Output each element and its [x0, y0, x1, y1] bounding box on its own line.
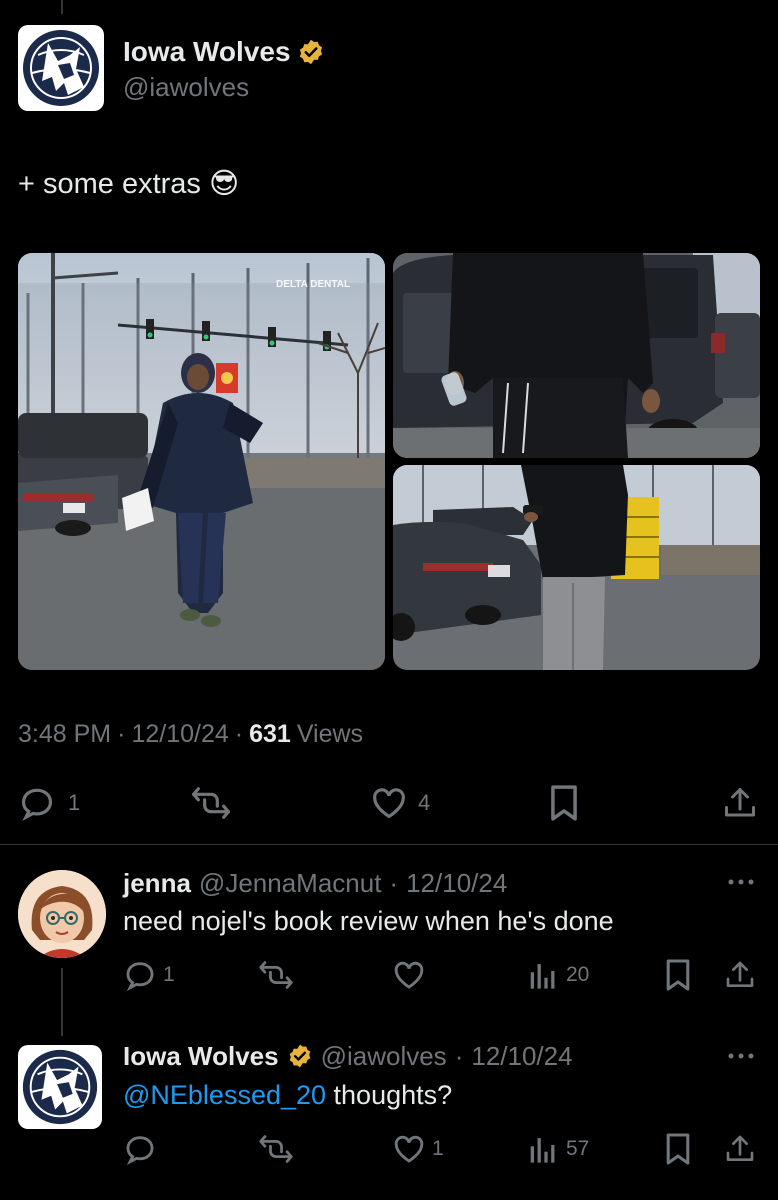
reply1-author-handle[interactable]: @JennaMacnut: [199, 868, 382, 899]
reply-icon: [21, 788, 53, 821]
post-time[interactable]: 3:48 PM: [18, 720, 111, 749]
reply1-views-count: 20: [566, 963, 590, 986]
thread-connector-top: [61, 0, 63, 14]
reply-icon: [126, 1136, 154, 1166]
share-button[interactable]: [722, 784, 758, 822]
reply-button[interactable]: 1: [18, 784, 80, 822]
repost-button[interactable]: [190, 784, 232, 822]
repost-icon: [259, 1135, 293, 1163]
wolf-logo-icon: [22, 1049, 98, 1125]
reply2-like-count: 1: [432, 1137, 444, 1160]
photo-main[interactable]: DELTA DENTAL: [18, 253, 385, 670]
more-icon: [728, 879, 754, 885]
reply2-date[interactable]: 12/10/24: [471, 1041, 572, 1072]
post-meta: 3:48 PM · 12/10/24 · 631 Views: [18, 720, 363, 749]
reply2-views-button[interactable]: 57: [528, 1132, 589, 1166]
avatar-iowa-wolves-reply[interactable]: [18, 1045, 102, 1129]
share-icon: [726, 961, 754, 987]
watermark-text: DELTA DENTAL: [276, 279, 350, 290]
reply2-text: thoughts?: [326, 1080, 453, 1110]
verified-badge-icon: [299, 39, 322, 65]
reply1-reply-count: 1: [163, 963, 175, 986]
reply1-text: need nojel's book review when he's done: [123, 906, 614, 936]
reply1-more-button[interactable]: [726, 872, 756, 892]
wolf-logo-icon: [23, 30, 99, 106]
reply2-author-handle[interactable]: @iawolves: [321, 1041, 447, 1072]
avatar-illustration-icon: [18, 870, 106, 958]
like-button[interactable]: 4: [370, 784, 430, 822]
reply2-share-button[interactable]: [724, 1132, 756, 1166]
reply2-author-name[interactable]: Iowa Wolves: [123, 1041, 279, 1072]
reply2-header: Iowa Wolves @iawolves · 12/10/24: [123, 1039, 573, 1073]
views-icon: [530, 964, 555, 989]
views-label: Views: [296, 720, 364, 748]
reply1-author-name[interactable]: jenna: [123, 868, 191, 899]
reply1-repost-button[interactable]: [258, 958, 294, 992]
like-count: 4: [418, 790, 431, 815]
more-icon: [728, 1053, 754, 1059]
meta-separator: ·: [389, 867, 399, 898]
like-icon: [394, 961, 424, 989]
reply-count: 1: [68, 790, 81, 815]
like-icon: [394, 1135, 424, 1163]
meta-separator: ·: [117, 720, 126, 748]
author-handle[interactable]: @iawolves: [123, 72, 249, 103]
reply1-reply-button[interactable]: 1: [123, 958, 175, 992]
reply1-share-button[interactable]: [724, 958, 756, 992]
like-icon: [373, 788, 405, 819]
avatar-iowa-wolves[interactable]: [18, 25, 104, 111]
reply1-bookmark-button[interactable]: [664, 958, 692, 992]
thread-connector: [61, 968, 63, 1036]
reply1-like-button[interactable]: [392, 958, 426, 992]
reply2-text-row: @NEblessed_20 thoughts?: [123, 1080, 452, 1111]
post-date[interactable]: 12/10/24: [131, 720, 228, 749]
reply1-views-button[interactable]: 20: [528, 958, 589, 992]
divider: [0, 844, 778, 845]
share-icon: [725, 788, 755, 817]
reply2-bookmark-button[interactable]: [664, 1132, 692, 1166]
share-icon: [726, 1135, 754, 1161]
reply1-date[interactable]: 12/10/24: [406, 868, 507, 899]
reply2-mention-link[interactable]: @NEblessed_20: [123, 1080, 326, 1110]
repost-icon: [191, 787, 230, 819]
reply2-views-count: 57: [566, 1137, 590, 1160]
author-row: Iowa Wolves: [123, 34, 325, 70]
repost-icon: [259, 961, 293, 989]
meta-separator: ·: [234, 720, 244, 748]
reply1-header: jenna @JennaMacnut · 12/10/24: [123, 866, 507, 900]
photo-bottom-right[interactable]: [393, 465, 760, 670]
views-count: 631: [249, 720, 291, 748]
author-name[interactable]: Iowa Wolves: [123, 36, 291, 68]
photo-top-right[interactable]: [393, 253, 760, 458]
bookmark-button[interactable]: [548, 784, 580, 822]
verified-badge-icon: [289, 1044, 310, 1068]
reply2-repost-button[interactable]: [258, 1132, 294, 1166]
post-text: + some extras 😎: [18, 168, 240, 200]
reply2-like-button[interactable]: 1: [392, 1132, 444, 1166]
reply2-more-button[interactable]: [726, 1046, 756, 1066]
meta-separator: ·: [454, 1040, 464, 1071]
views-icon: [530, 1138, 555, 1163]
reply2-reply-button[interactable]: [123, 1132, 157, 1166]
bookmark-icon: [666, 1133, 690, 1165]
bookmark-icon: [551, 785, 577, 821]
avatar-jenna[interactable]: [18, 870, 106, 958]
bookmark-icon: [666, 959, 690, 991]
reply-icon: [126, 962, 154, 992]
